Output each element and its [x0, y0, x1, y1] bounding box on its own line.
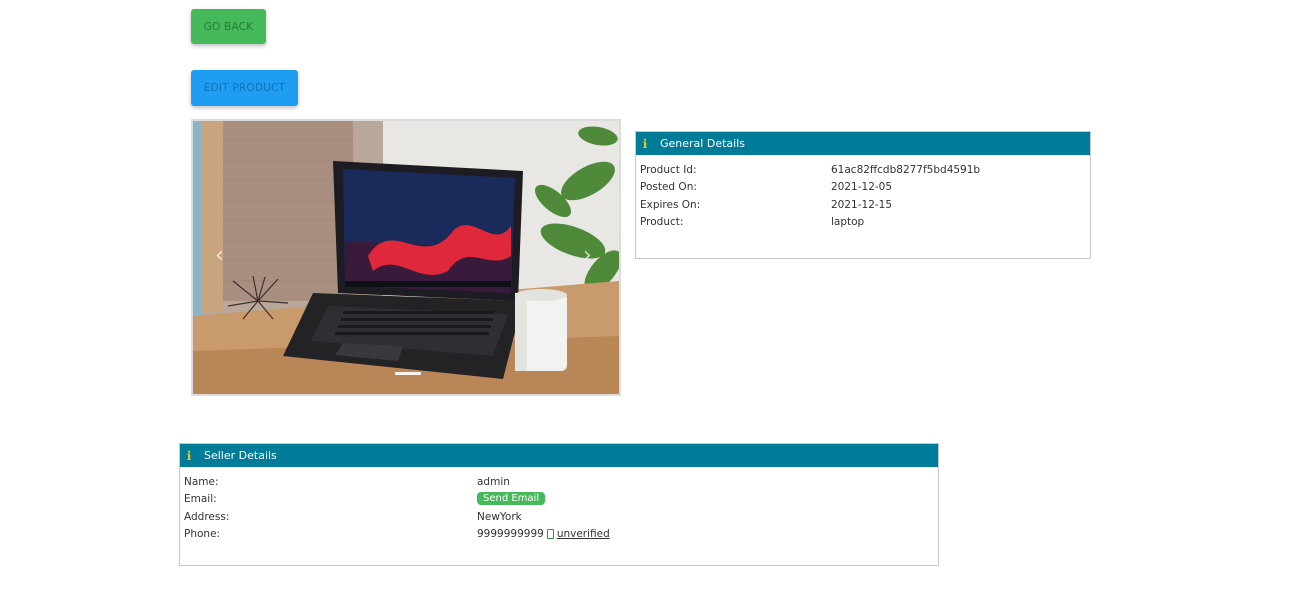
seller-phone-label: Phone: [184, 527, 221, 540]
send-email-button[interactable]: Send Email [477, 492, 546, 506]
detail-value: 2021-12-05 [831, 181, 893, 194]
detail-row-product: Product: laptop [636, 216, 1090, 233]
seller-phone-value-group: 9999999999 unverified [477, 528, 610, 540]
chevron-left-icon[interactable]: ‹ [215, 245, 224, 267]
seller-address-value: NewYork [477, 510, 522, 523]
carousel-indicator[interactable] [395, 372, 421, 375]
detail-label: Product Id: [640, 164, 697, 176]
seller-row-phone: Phone: 9999999999 unverified [180, 528, 938, 545]
detail-label: Posted On: [640, 181, 697, 194]
seller-email-value: Send Email [477, 492, 546, 506]
seller-phone-value: 9999999999 [477, 527, 544, 540]
detail-row-posted-on: Posted On: 2021-12-05 [636, 181, 1090, 198]
general-details-panel: i General Details Product Id: 61ac82ffcd… [635, 131, 1091, 259]
seller-row-address: Address: NewYork [180, 511, 938, 528]
seller-name-label: Name: [184, 476, 219, 488]
seller-details-panel: i Seller Details Name: admin Email: Send… [179, 443, 939, 566]
general-details-header: i General Details [636, 132, 1090, 155]
laptop-photo [193, 121, 619, 394]
detail-value: 61ac82ffcdb8277f5bd4591b [831, 164, 981, 176]
chevron-right-icon[interactable]: › [583, 245, 592, 267]
detail-label: Product: [640, 215, 684, 228]
seller-address-label: Address: [184, 510, 230, 523]
info-icon: i [642, 136, 648, 151]
detail-value: 2021-12-15 [831, 198, 893, 211]
seller-details-header: i Seller Details [180, 444, 938, 467]
detail-row-product-id: Product Id: 61ac82ffcdb8277f5bd4591b [636, 164, 1090, 181]
detail-label: Expires On: [640, 198, 701, 211]
product-image-carousel: ‹ › [191, 119, 621, 396]
seller-details-title: Seller Details [204, 449, 277, 462]
general-details-title: General Details [660, 137, 745, 150]
phone-verification-link[interactable]: unverified [557, 528, 610, 540]
seller-row-email: Email: Send Email [180, 492, 938, 510]
seller-name-value: admin [477, 476, 510, 488]
mobile-phone-icon [546, 528, 554, 539]
edit-product-button[interactable]: EDIT PRODUCT [191, 70, 298, 106]
seller-row-name: Name: admin [180, 476, 938, 493]
detail-value: laptop [831, 215, 865, 228]
seller-email-label: Email: [184, 493, 217, 506]
detail-row-expires-on: Expires On: 2021-12-15 [636, 199, 1090, 216]
go-back-button[interactable]: GO BACK [191, 9, 266, 44]
info-icon: i [186, 448, 192, 463]
